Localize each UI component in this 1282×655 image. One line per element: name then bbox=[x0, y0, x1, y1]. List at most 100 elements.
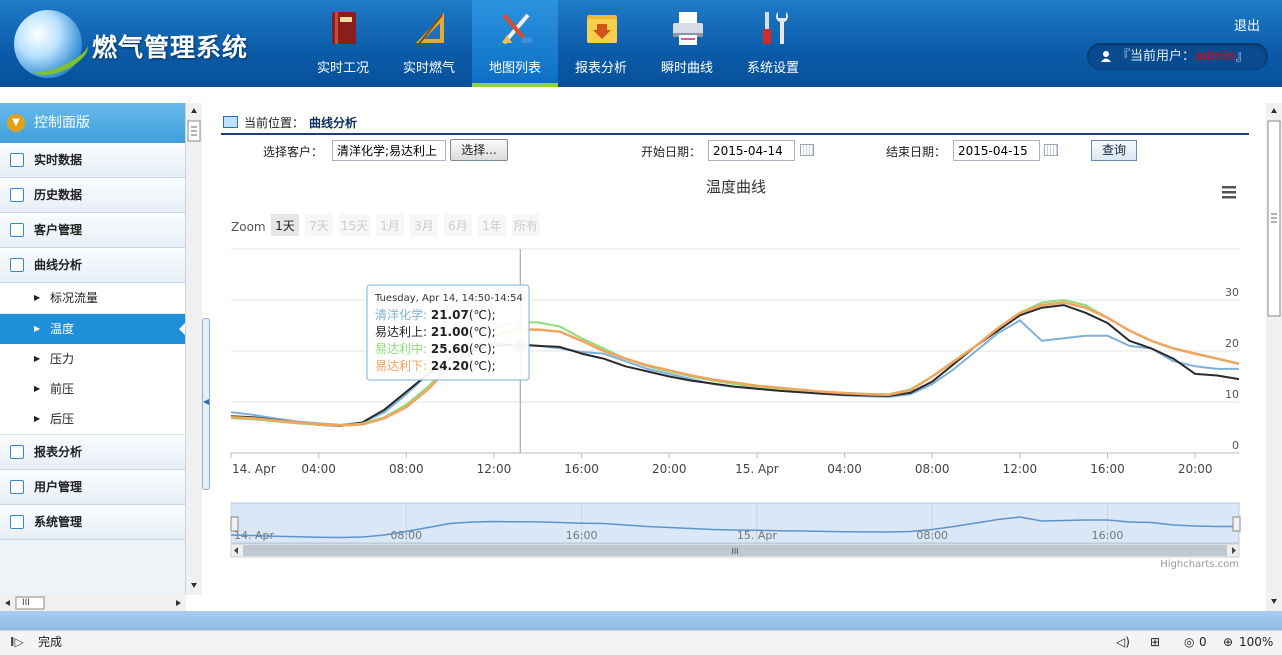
navigator-handle-1[interactable] bbox=[1232, 516, 1241, 532]
zoom-icon[interactable]: ⊕ bbox=[1223, 631, 1233, 653]
logout-link[interactable]: 退出 bbox=[1234, 15, 1260, 34]
sidebar-subitem-back-pressure[interactable]: ▶ 后压 bbox=[0, 404, 185, 435]
footer-band bbox=[0, 611, 1282, 630]
sidebar-vertical-scrollbar[interactable] bbox=[186, 103, 202, 595]
active-indicator bbox=[179, 323, 185, 335]
sidebar-item-label: 曲线分析 bbox=[34, 258, 83, 272]
nav-label: 地图列表 bbox=[488, 61, 541, 76]
select-customer-button[interactable]: 选择... bbox=[450, 139, 508, 161]
x-tick-label: 16:00 bbox=[564, 462, 599, 476]
current-user-text: 『当前用户：admin』 bbox=[1117, 43, 1249, 70]
range-button-4[interactable]: 3月 bbox=[414, 219, 434, 233]
temperature-chart: 温度曲线 Zoom 1天 7天 15天 1月 3月 6月 1年 所有 0 10 20 30 14. … bbox=[221, 170, 1251, 575]
navigator-mask bbox=[230, 502, 1240, 544]
start-date-label: 开始日期： bbox=[641, 145, 702, 159]
blocked-counter: 0 bbox=[1199, 635, 1207, 649]
sidebar-horizontal-scrollbar[interactable]: III bbox=[0, 595, 186, 611]
end-date-input[interactable] bbox=[953, 140, 1040, 161]
sidebar-item-customer-mgmt[interactable]: 客户管理 bbox=[0, 213, 185, 248]
sidebar-subitem-temperature[interactable]: ▶ 温度 bbox=[0, 314, 185, 345]
chart-svg: 温度曲线 Zoom 1天 7天 15天 1月 3月 6月 1年 所有 0 10 20 30 14. … bbox=[230, 178, 1241, 570]
sidebar-item-system-mgmt[interactable]: 系统管理 bbox=[0, 505, 185, 540]
query-button[interactable]: 查询 bbox=[1091, 140, 1137, 161]
tooltip-row-3: 易达利下: 24.20(℃); bbox=[375, 359, 496, 373]
user-prefix: 『当前用户： bbox=[1117, 49, 1196, 64]
sidebar-item-label: 报表分析 bbox=[34, 445, 83, 459]
range-button-6[interactable]: 1年 bbox=[482, 219, 502, 233]
y-tick-label: 0 bbox=[1232, 439, 1239, 452]
calendar-icon bbox=[10, 258, 24, 272]
app-title: 燃气管理系统 bbox=[92, 33, 249, 62]
range-button-1[interactable]: 7天 bbox=[309, 219, 329, 233]
customer-input[interactable] bbox=[332, 140, 446, 161]
sidebar-item-realtime-data[interactable]: 实时数据 bbox=[0, 143, 185, 178]
navigator-tick-label: 16:00 bbox=[566, 529, 598, 542]
range-selector: 1天 7天 15天 1月 3月 6月 1年 所有 bbox=[271, 214, 540, 236]
end-date-label: 结束日期： bbox=[886, 145, 947, 159]
sidebar-subitem-pressure[interactable]: ▶ 压力 bbox=[0, 344, 185, 375]
calendar-icon bbox=[10, 480, 24, 494]
x-tick-label: 16:00 bbox=[1090, 462, 1125, 476]
ruler-icon bbox=[416, 13, 444, 46]
chevron-left-icon: ◀ bbox=[203, 397, 210, 406]
nav-item-map-list[interactable]: 地图列表 bbox=[472, 0, 558, 87]
user-name: admin bbox=[1195, 49, 1236, 64]
page-status-icon: I▷ bbox=[10, 635, 24, 649]
zoom-level[interactable]: 100% bbox=[1239, 631, 1273, 653]
x-tick-label: 20:00 bbox=[652, 462, 687, 476]
caret-right-icon: ▶ bbox=[34, 414, 41, 423]
chart-tooltip: Tuesday, Apr 14, 14:50-14:54 清洋化学: 21.07(… bbox=[366, 284, 530, 381]
start-date-input[interactable] bbox=[708, 140, 795, 161]
sidebar-subitem-standard-flow[interactable]: ▶ 标况流量 bbox=[0, 283, 185, 314]
x-tick-label: 04:00 bbox=[301, 462, 336, 476]
chart-credits[interactable]: Highcharts.com bbox=[1160, 559, 1239, 570]
nav-label: 系统设置 bbox=[746, 61, 799, 76]
nav-item-system-settings[interactable]: 系统设置 bbox=[730, 0, 816, 87]
calendar-icon[interactable] bbox=[800, 144, 814, 156]
zoom-label: Zoom bbox=[231, 220, 266, 234]
chart-title: 温度曲线 bbox=[706, 178, 766, 196]
sidebar-item-label: 客户管理 bbox=[34, 223, 83, 237]
range-button-5[interactable]: 6月 bbox=[448, 219, 468, 233]
x-tick-label: 15. Apr bbox=[735, 462, 779, 476]
scrollbar-thumb-grip: III bbox=[22, 598, 30, 608]
sidebar-item-user-mgmt[interactable]: 用户管理 bbox=[0, 470, 185, 505]
nav-item-instant-curve[interactable]: 瞬时曲线 bbox=[644, 0, 730, 87]
book-icon bbox=[332, 12, 356, 44]
sidebar-header[interactable]: ▼ 控制面版 bbox=[0, 103, 185, 143]
sidebar-item-curve-analysis[interactable]: 曲线分析 bbox=[0, 248, 185, 283]
nav-item-report-analysis[interactable]: 报表分析 bbox=[558, 0, 644, 87]
tooltip-header: Tuesday, Apr 14, 14:50-14:54 bbox=[374, 293, 523, 304]
sidebar-subitem-front-pressure[interactable]: ▶ 前压 bbox=[0, 374, 185, 405]
chart-navigator[interactable]: 14. Apr 08:00 16:00 15. Apr 08:00 16:00III bbox=[230, 502, 1241, 558]
current-user-box: 『当前用户：admin』 bbox=[1087, 43, 1268, 70]
speaker-icon[interactable]: ◁) bbox=[1116, 631, 1130, 653]
nav-item-realtime-gas[interactable]: 实时燃气 bbox=[386, 0, 472, 87]
caret-right-icon: ▶ bbox=[34, 293, 41, 302]
caret-right-icon: ▶ bbox=[34, 324, 41, 333]
sidebar-subitem-label: 标况流量 bbox=[50, 291, 99, 305]
chart-menu-icon[interactable] bbox=[1222, 186, 1236, 199]
main-vertical-scrollbar[interactable] bbox=[1266, 103, 1282, 611]
sidebar-subitem-label: 温度 bbox=[50, 322, 75, 336]
security-icon[interactable]: ⊞ bbox=[1150, 631, 1160, 653]
sidebar-item-history-data[interactable]: 历史数据 bbox=[0, 178, 185, 213]
navigator-handle-0[interactable] bbox=[230, 516, 239, 532]
nav-item-realtime-status[interactable]: 实时工况 bbox=[300, 0, 386, 87]
shield-icon[interactable]: ◎ bbox=[1184, 631, 1194, 653]
y-tick-label: 10 bbox=[1225, 388, 1239, 401]
range-button-2[interactable]: 15天 bbox=[341, 219, 368, 233]
range-button-3[interactable]: 1月 bbox=[380, 219, 400, 233]
main-content: 当前位置： 曲线分析 选择客户： 选择... 开始日期： 结束日期： 查询 温度… bbox=[211, 103, 1265, 611]
calendar-icon[interactable] bbox=[1044, 144, 1058, 156]
caret-right-icon: ▶ bbox=[34, 384, 41, 393]
sidebar-item-report-analysis[interactable]: 报表分析 bbox=[0, 435, 185, 470]
range-button-0[interactable]: 1天 bbox=[275, 219, 295, 233]
x-tick-label: 04:00 bbox=[827, 462, 862, 476]
range-button-7[interactable]: 所有 bbox=[514, 219, 538, 233]
x-tick-label: 08:00 bbox=[915, 462, 950, 476]
app-header: 燃气管理系统 实时工况 实时燃气 地图列表 报表分析 瞬时曲线 系统设置 退出 … bbox=[0, 0, 1282, 87]
list-icon bbox=[10, 153, 24, 167]
sidebar-item-label: 实时数据 bbox=[34, 153, 83, 167]
sidebar-collapse-handle[interactable]: ◀ bbox=[202, 318, 210, 490]
